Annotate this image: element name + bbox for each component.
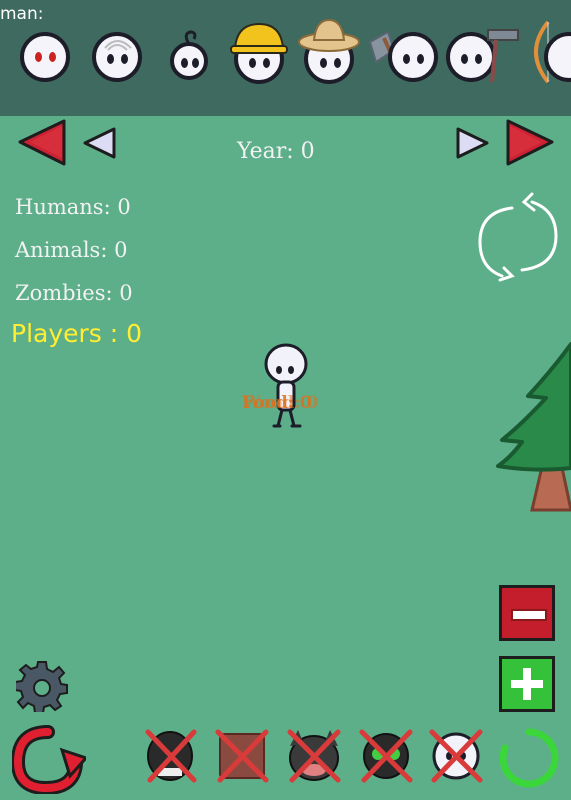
pine-tree[interactable] (492, 340, 571, 520)
zombie-face-icon (145, 729, 197, 783)
disabled-item-animal[interactable] (284, 726, 344, 784)
character-straw-hat-farmer[interactable] (298, 18, 360, 86)
disabled-item-green-zombie[interactable] (358, 726, 414, 784)
straw-hat-icon (298, 18, 360, 52)
character-axe-holder[interactable] (366, 22, 442, 86)
year-label: Year: 0 (237, 139, 315, 164)
left-arrow-icon[interactable] (82, 126, 118, 160)
crate-icon (215, 729, 269, 783)
plus-button[interactable] (499, 656, 555, 712)
curl-icon (184, 30, 197, 45)
plus-icon-v (523, 668, 531, 700)
cycle-arrows-icon[interactable] (472, 190, 562, 285)
double-left-arrow-icon[interactable] (16, 118, 68, 168)
character-swirl-hair[interactable] (90, 30, 146, 86)
character-hard-hat-worker[interactable] (230, 20, 288, 86)
hard-hat-icon (230, 22, 288, 54)
players-count: Players : 0 (11, 319, 143, 348)
minus-button[interactable] (499, 585, 555, 641)
swirl-hair-icon (104, 40, 132, 51)
minus-icon (511, 609, 547, 621)
loading-ring-icon (499, 728, 559, 788)
animals-count: Animals: 0 (15, 238, 128, 262)
character-bar-label: man: (0, 4, 44, 24)
double-right-arrow-icon[interactable] (504, 118, 556, 168)
restart-icon[interactable] (12, 724, 86, 794)
disabled-item-crate[interactable] (214, 726, 270, 784)
player-character[interactable] (258, 342, 314, 434)
resource-label-wood: Wood: 0 (242, 393, 319, 413)
human-face-icon (429, 729, 483, 783)
zombies-count: Zombies: 0 (15, 281, 133, 305)
right-arrow-icon[interactable] (454, 126, 490, 160)
disabled-item-zombie[interactable] (144, 726, 200, 784)
animal-face-icon (287, 729, 341, 783)
character-archer[interactable] (520, 18, 571, 86)
disabled-item-human[interactable] (428, 726, 484, 784)
character-small-curl[interactable] (164, 30, 220, 86)
humans-count: Humans: 0 (15, 195, 131, 219)
gear-icon[interactable] (16, 660, 68, 712)
green-zombie-icon (359, 729, 413, 783)
character-zombie-red-eyes[interactable] (18, 30, 74, 86)
character-bar: man: (0, 0, 571, 116)
